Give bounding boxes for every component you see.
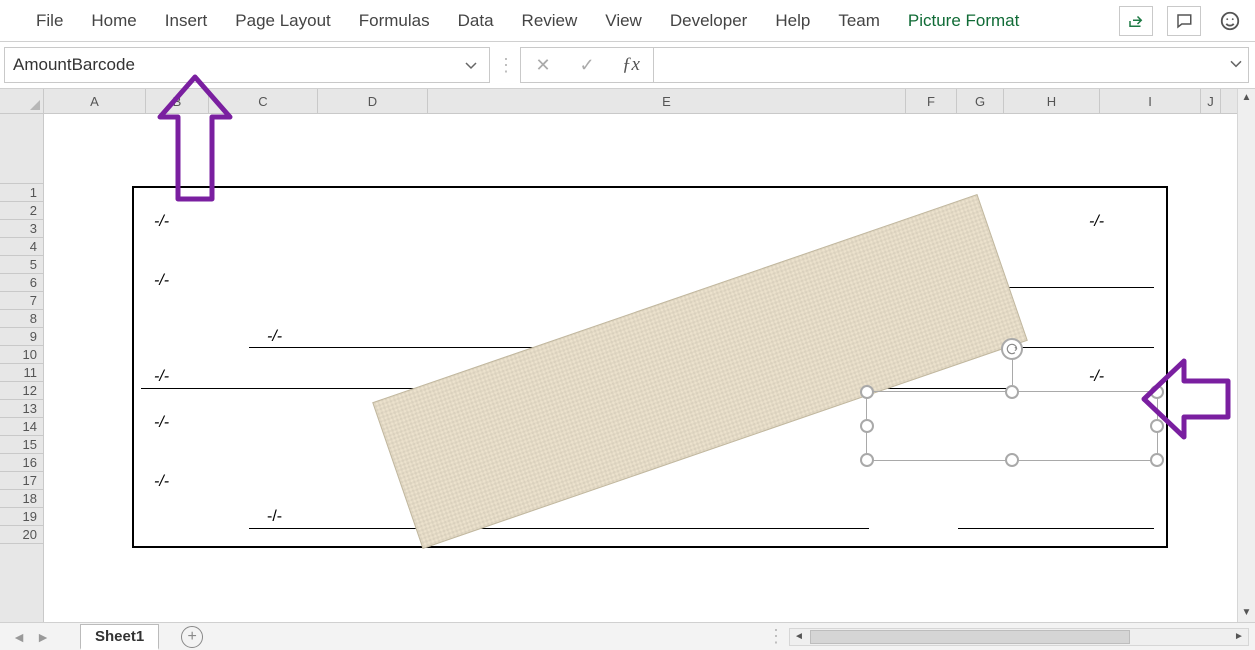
column-header[interactable]: H — [1004, 89, 1100, 113]
tab-picture-format[interactable]: Picture Format — [894, 0, 1033, 42]
tab-split-grip[interactable]: ⋮ — [767, 626, 781, 647]
row-header[interactable]: 15 — [0, 435, 43, 454]
select-all-corner[interactable] — [0, 89, 44, 114]
tab-file[interactable]: File — [22, 0, 77, 42]
row-header[interactable]: 13 — [0, 399, 43, 418]
cancel-formula-icon: ✕ — [521, 55, 565, 76]
placeholder-text: -/- — [267, 508, 282, 526]
tab-data[interactable]: Data — [444, 0, 508, 42]
accept-formula-icon: ✓ — [565, 55, 609, 76]
resize-handle[interactable] — [1150, 385, 1164, 399]
column-headers[interactable]: ABCDEFGHIJ — [44, 89, 1237, 114]
row-header[interactable]: 5 — [0, 255, 43, 274]
column-header[interactable]: D — [318, 89, 428, 113]
tab-home[interactable]: Home — [77, 0, 150, 42]
column-header[interactable]: E — [428, 89, 906, 113]
name-box-value: AmountBarcode — [13, 55, 135, 75]
selected-object-amountbarcode[interactable] — [866, 391, 1158, 461]
tab-team[interactable]: Team — [824, 0, 894, 42]
add-sheet-button[interactable]: + — [181, 626, 203, 648]
row-headers[interactable]: 1234567891011121314151617181920 — [0, 114, 44, 622]
placeholder-text: -/- — [154, 414, 169, 432]
row-header[interactable]: 2 — [0, 201, 43, 220]
row-header[interactable]: 19 — [0, 507, 43, 526]
column-header[interactable]: J — [1201, 89, 1221, 113]
tab-help[interactable]: Help — [761, 0, 824, 42]
sheet-nav-prev-icon[interactable]: ◄ — [10, 629, 28, 645]
placeholder-text: -/- — [154, 368, 169, 386]
row-header[interactable]: 12 — [0, 381, 43, 400]
resize-handle[interactable] — [1005, 385, 1019, 399]
tab-insert[interactable]: Insert — [151, 0, 222, 42]
column-header[interactable]: A — [44, 89, 146, 113]
column-header[interactable]: G — [957, 89, 1004, 113]
comments-icon[interactable] — [1167, 6, 1201, 36]
placeholder-text: -/- — [1089, 368, 1104, 386]
formula-bar-resize-grip[interactable]: ⋮ — [490, 55, 520, 76]
row-header[interactable]: 4 — [0, 237, 43, 256]
scroll-left-icon[interactable]: ◄ — [790, 631, 808, 642]
row-header[interactable]: 7 — [0, 291, 43, 310]
placeholder-text: -/- — [154, 272, 169, 290]
smile-icon[interactable] — [1215, 6, 1245, 36]
underline — [249, 528, 869, 529]
sheet-tab-bar: ◄ ► Sheet1 + ⋮ ◄ ► — [0, 622, 1255, 650]
formula-bar-expand-icon[interactable] — [1230, 57, 1242, 71]
scroll-up-icon[interactable]: ▲ — [1238, 89, 1255, 107]
row-header[interactable]: 14 — [0, 417, 43, 436]
row-header[interactable]: 17 — [0, 471, 43, 490]
share-icon[interactable] — [1119, 6, 1153, 36]
horizontal-scrollbar[interactable]: ◄ ► — [789, 628, 1249, 646]
name-box-dropdown-icon[interactable] — [465, 55, 477, 75]
worksheet-area: ABCDEFGHIJ 12345678910111213141516171819… — [0, 89, 1255, 622]
row-header[interactable]: 6 — [0, 273, 43, 292]
rotate-handle-icon[interactable] — [1001, 338, 1023, 360]
scroll-right-icon[interactable]: ► — [1230, 631, 1248, 642]
resize-handle[interactable] — [860, 419, 874, 433]
tab-review[interactable]: Review — [508, 0, 592, 42]
row-header[interactable]: 8 — [0, 309, 43, 328]
fx-icon[interactable]: ƒx — [609, 54, 653, 76]
ribbon-tabs: File Home Insert Page Layout Formulas Da… — [0, 0, 1255, 42]
placeholder-text: -/- — [154, 213, 169, 231]
row-header[interactable]: 9 — [0, 327, 43, 346]
tab-view[interactable]: View — [591, 0, 656, 42]
tab-developer[interactable]: Developer — [656, 0, 762, 42]
placeholder-text: -/- — [154, 473, 169, 491]
formula-bar-row: AmountBarcode ⋮ ✕ ✓ ƒx — [0, 42, 1255, 89]
name-box[interactable]: AmountBarcode — [4, 47, 490, 83]
column-header[interactable]: C — [209, 89, 318, 113]
scroll-thumb[interactable] — [810, 630, 1130, 644]
column-header[interactable]: F — [906, 89, 957, 113]
tab-page-layout[interactable]: Page Layout — [221, 0, 344, 42]
formula-bar-controls: ✕ ✓ ƒx — [520, 47, 654, 83]
column-header[interactable]: B — [146, 89, 209, 113]
resize-handle[interactable] — [1150, 419, 1164, 433]
row-header[interactable]: 20 — [0, 525, 43, 544]
placeholder-text: -/- — [267, 328, 282, 346]
resize-handle[interactable] — [1150, 453, 1164, 467]
resize-handle[interactable] — [1005, 453, 1019, 467]
placeholder-text: -/- — [1089, 213, 1104, 231]
row-header[interactable]: 18 — [0, 489, 43, 508]
row-header[interactable]: 3 — [0, 219, 43, 238]
resize-handle[interactable] — [860, 453, 874, 467]
row-header[interactable]: 11 — [0, 363, 43, 382]
resize-handle[interactable] — [860, 385, 874, 399]
row-header[interactable]: 10 — [0, 345, 43, 364]
sheet-tab-sheet1[interactable]: Sheet1 — [80, 624, 159, 650]
formula-input[interactable] — [654, 47, 1249, 83]
sheet-nav-next-icon[interactable]: ► — [34, 629, 52, 645]
row-header[interactable]: 1 — [0, 183, 43, 202]
underline — [958, 528, 1154, 529]
scroll-down-icon[interactable]: ▼ — [1238, 604, 1255, 622]
column-header[interactable]: I — [1100, 89, 1201, 113]
vertical-scrollbar[interactable]: ▲ ▼ — [1237, 89, 1255, 622]
tab-formulas[interactable]: Formulas — [345, 0, 444, 42]
row-header[interactable]: 16 — [0, 453, 43, 472]
sheet-canvas[interactable]: -/- -/- -/- -/- -/- -/- -/- -/- -/- -/- … — [44, 114, 1237, 622]
